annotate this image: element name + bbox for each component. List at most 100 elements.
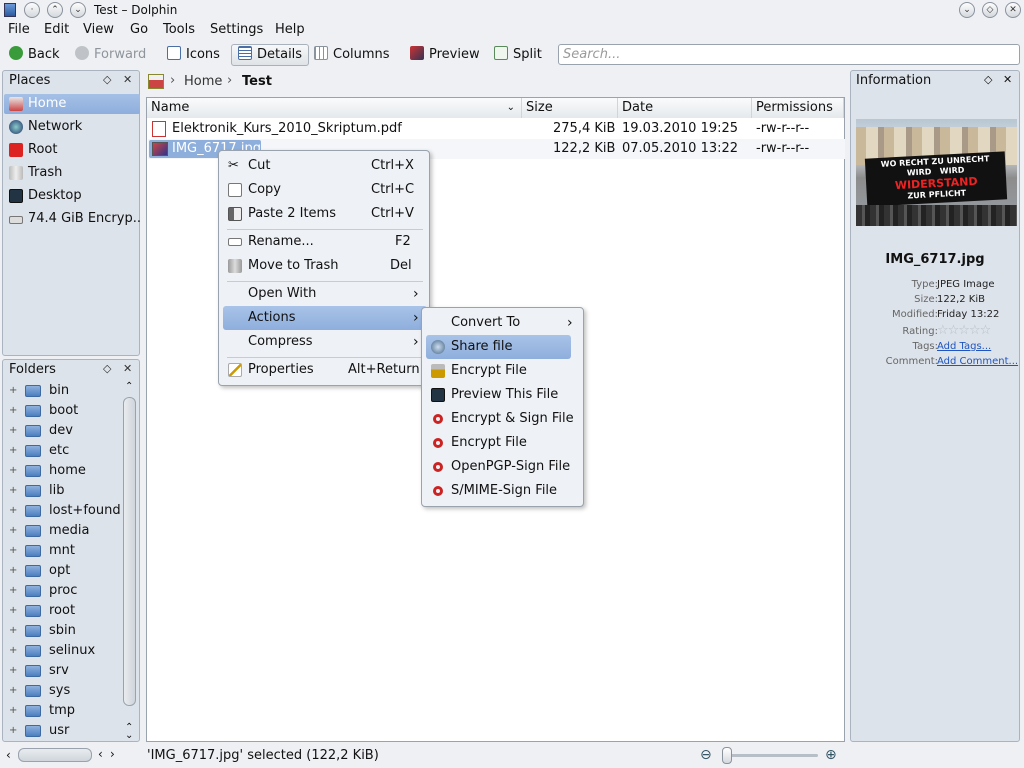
menu-tools[interactable]: Tools [163, 22, 195, 37]
menu-open-with[interactable]: Open With › [223, 282, 427, 306]
submenu-smime-sign-file[interactable]: S/MIME-Sign File [426, 479, 580, 503]
expand-icon[interactable]: + [9, 661, 17, 681]
file-row[interactable]: Elektronik_Kurs_2010_Skriptum.pdf 275,4 … [148, 119, 845, 139]
zoom-slider[interactable] [722, 754, 818, 757]
submenu-share-file[interactable]: Share file [426, 335, 571, 359]
folders-float-button[interactable]: ◇ [103, 362, 111, 375]
preview-icon [410, 46, 424, 60]
menu-help[interactable]: Help [275, 22, 305, 37]
menu-actions[interactable]: Actions › [223, 306, 427, 330]
folder-icon [25, 405, 41, 417]
window-menu-button[interactable]: · [24, 2, 40, 18]
place-network[interactable]: Network [4, 117, 140, 137]
expand-icon[interactable]: + [9, 481, 17, 501]
menu-go[interactable]: Go [130, 22, 148, 37]
menu-edit[interactable]: Edit [44, 22, 69, 37]
keep-above-button[interactable]: ⌃ [47, 2, 63, 18]
expand-icon[interactable]: + [9, 601, 17, 621]
column-size[interactable]: Size [522, 98, 618, 118]
preview-banner: WO RECHT ZU UNRECHT WIRD WIRD WIDERSTAND… [864, 151, 1008, 207]
menu-properties[interactable]: Properties Alt+Return [223, 358, 427, 382]
back-button[interactable]: Back [2, 44, 67, 66]
place-desktop[interactable]: Desktop [4, 186, 140, 206]
expand-icon[interactable]: + [9, 641, 17, 661]
breadcrumb-current[interactable]: Test [242, 74, 272, 89]
icons-view-button[interactable]: Icons [160, 44, 227, 66]
expand-icon[interactable]: + [9, 721, 17, 741]
split-button[interactable]: Split [487, 44, 549, 66]
folders-scrollbar[interactable] [123, 397, 136, 706]
forward-arrow-icon [75, 46, 89, 60]
expand-icon[interactable]: + [9, 701, 17, 721]
expand-icon[interactable]: + [9, 681, 17, 701]
info-close-button[interactable]: ✕ [1003, 73, 1012, 86]
menu-settings[interactable]: Settings [210, 22, 263, 37]
expand-icon[interactable]: + [9, 561, 17, 581]
menu-rename[interactable]: Rename... F2 [223, 230, 427, 254]
rating-stars[interactable]: ☆☆☆☆☆ [937, 323, 991, 338]
scissors-icon: ✂ [228, 158, 239, 173]
menu-paste[interactable]: Paste 2 Items Ctrl+V [223, 202, 427, 226]
expand-icon[interactable]: + [9, 461, 17, 481]
folders-close-button[interactable]: ✕ [123, 362, 132, 375]
place-root[interactable]: Root [4, 140, 140, 160]
forward-button[interactable]: Forward [68, 44, 153, 66]
column-date[interactable]: Date [618, 98, 752, 118]
expand-icon[interactable]: + [9, 621, 17, 641]
preview-button[interactable]: Preview [403, 44, 487, 66]
submenu-encrypt-sign-file[interactable]: Encrypt & Sign File [426, 407, 580, 431]
details-view-button[interactable]: Details [231, 44, 310, 66]
expand-icon[interactable]: + [9, 441, 17, 461]
expand-icon[interactable]: + [9, 541, 17, 561]
expand-icon[interactable]: + [9, 501, 17, 521]
places-close-button[interactable]: ✕ [123, 73, 132, 86]
expand-icon[interactable]: + [9, 381, 17, 401]
folder-label: lost+found [49, 503, 121, 518]
menu-copy[interactable]: Copy Ctrl+C [223, 178, 427, 202]
place-home[interactable]: Home [4, 94, 140, 114]
submenu-arrow-icon: › [567, 315, 573, 331]
zoom-slider-handle[interactable] [722, 747, 732, 764]
add-comment-link[interactable]: Add Comment... [937, 356, 1018, 367]
maximize-button[interactable]: ◇ [982, 2, 998, 18]
minimize-button[interactable]: ⌄ [959, 2, 975, 18]
expand-icon[interactable]: + [9, 421, 17, 441]
add-tags-link[interactable]: Add Tags... [937, 341, 991, 352]
column-permissions[interactable]: Permissions [752, 98, 844, 118]
submenu-preview-this-file[interactable]: Preview This File [426, 383, 580, 407]
columns-view-button[interactable]: Columns [307, 44, 397, 66]
search-input[interactable]: Search... [558, 44, 1020, 65]
breadcrumb-home[interactable]: Home [184, 74, 222, 89]
folder-label: tmp [49, 703, 76, 718]
submenu-convert-to[interactable]: Convert To › [426, 311, 580, 335]
folder-icon [25, 645, 41, 657]
submenu-openpgp-sign-file[interactable]: OpenPGP-Sign File [426, 455, 580, 479]
menu-move-to-trash[interactable]: Move to Trash Del [223, 254, 427, 278]
info-float-button[interactable]: ◇ [984, 73, 992, 86]
menu-compress[interactable]: Compress › [223, 330, 427, 354]
column-name[interactable]: Name ⌄ [147, 98, 522, 118]
places-float-button[interactable]: ◇ [103, 73, 111, 86]
pdf-file-icon [152, 121, 166, 137]
menu-cut[interactable]: ✂ Cut Ctrl+X [223, 154, 427, 178]
folders-scroll-down-2[interactable]: ⌄ [125, 730, 133, 741]
expand-icon[interactable]: + [9, 581, 17, 601]
file-size: 275,4 KiB [553, 121, 616, 136]
menu-file[interactable]: File [8, 22, 30, 37]
folder-icon [25, 665, 41, 677]
info-comment-label: Comment: [885, 356, 938, 367]
menu-view[interactable]: View [83, 22, 114, 37]
expand-icon[interactable]: + [9, 521, 17, 541]
keep-below-button[interactable]: ⌄ [70, 2, 86, 18]
submenu-encrypt-file[interactable]: Encrypt File [426, 359, 580, 383]
submenu-encrypt-file-2[interactable]: Encrypt File [426, 431, 580, 455]
zoom-in-icon[interactable]: ⊕ [825, 747, 837, 763]
close-button[interactable]: ✕ [1005, 2, 1021, 18]
kgpg-icon [433, 486, 443, 496]
place-encrypted-volume[interactable]: 74.4 GiB Encryp... [4, 209, 140, 229]
home-icon[interactable] [148, 74, 164, 89]
folders-scroll-up[interactable]: ⌃ [125, 381, 133, 392]
place-trash[interactable]: Trash [4, 163, 140, 183]
zoom-out-icon[interactable]: ⊖ [700, 747, 712, 763]
expand-icon[interactable]: + [9, 401, 17, 421]
